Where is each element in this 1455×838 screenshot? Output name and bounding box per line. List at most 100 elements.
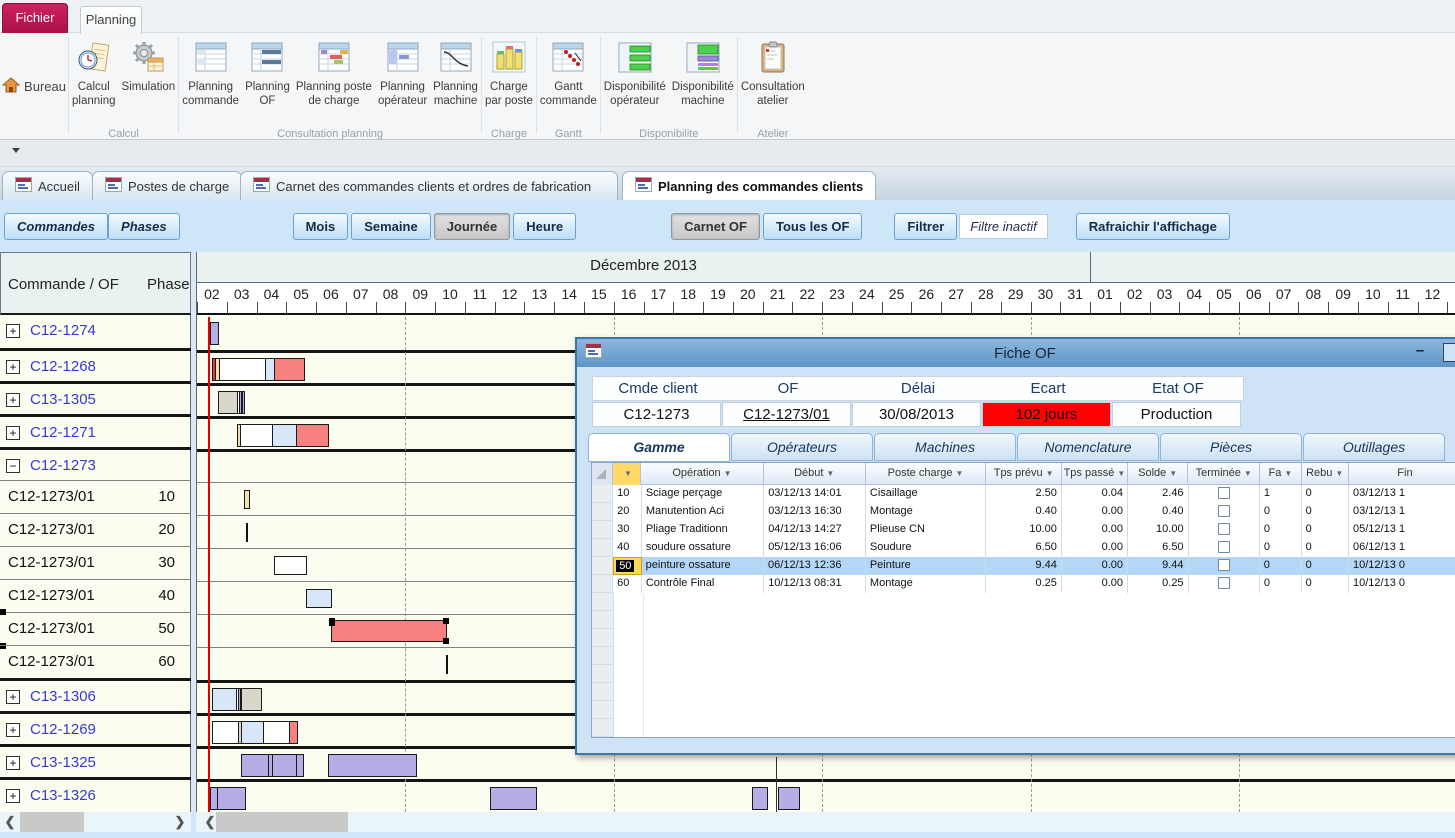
ribbon-button-planning-of[interactable]: Planning OF (242, 36, 293, 128)
terminee-checkbox[interactable] (1189, 575, 1260, 593)
selection-handle[interactable] (329, 620, 335, 626)
zoom-heure[interactable]: Heure (513, 213, 576, 240)
expand-icon[interactable]: + (6, 426, 20, 440)
expand-icon[interactable]: + (6, 360, 20, 374)
document-tab-accueil[interactable]: Accueil (2, 171, 93, 200)
phase-row-30[interactable]: C12-1273/0130 (0, 546, 191, 579)
filter-dropdown-icon[interactable]: ▼ (826, 469, 834, 478)
gantt-bar[interactable] (241, 754, 304, 777)
operation-row-20[interactable]: 20Manutention Aci03/12/13 16:30Montage0.… (592, 503, 1455, 521)
order-row-c13-1306[interactable]: +C13-1306 (0, 678, 191, 711)
order-row-c13-1305[interactable]: +C13-1305 (0, 381, 191, 414)
ribbon-button-simulation[interactable]: Simulation (118, 36, 178, 128)
dialog-tab-pièces[interactable]: Pièces (1160, 433, 1302, 461)
gantt-bar[interactable] (778, 787, 800, 810)
zoom-semaine[interactable]: Semaine (351, 213, 430, 240)
gantt-bar[interactable] (274, 556, 307, 575)
terminee-checkbox[interactable] (1189, 485, 1260, 503)
scroll-right-icon[interactable]: ❯ (172, 814, 188, 830)
zoom-mois[interactable]: Mois (293, 213, 349, 240)
gantt-bar[interactable] (752, 787, 768, 810)
document-tab-carnet-des-commandes[interactable]: Carnet des commandes clients et ordres d… (240, 171, 618, 200)
selection-handle[interactable] (443, 618, 449, 624)
filter-dropdown-icon[interactable]: ▼ (1046, 469, 1054, 478)
filter-dropdown-icon[interactable]: ▼ (1284, 469, 1292, 478)
order-row-c12-1274[interactable]: +C12-1274 (0, 315, 191, 348)
ribbon-button-consultation-atelier[interactable]: Consultation atelier (738, 36, 808, 128)
dialog-title-bar[interactable]: Fiche OF – (577, 339, 1455, 367)
filter-dropdown-icon[interactable]: ▼ (1169, 469, 1177, 478)
phase-row-50[interactable]: C12-1273/0150 (0, 612, 191, 645)
gantt-bar[interactable] (212, 358, 305, 381)
checkbox-icon[interactable] (1218, 505, 1230, 517)
terminee-checkbox[interactable] (1189, 503, 1260, 521)
expand-icon[interactable]: + (6, 690, 20, 704)
zoom-journée[interactable]: Journée (434, 213, 511, 240)
file-menu-tab[interactable]: Fichier (2, 3, 68, 33)
gantt-bar[interactable] (237, 424, 329, 447)
milestone-tick[interactable] (246, 523, 248, 542)
dialog-tab-machines[interactable]: Machines (874, 433, 1016, 461)
tab-planning[interactable]: Planning (80, 6, 142, 34)
milestone-tick[interactable] (446, 655, 448, 674)
filter-dropdown-icon[interactable]: ▼ (1117, 469, 1125, 478)
grid-column-header-tps_prevu[interactable]: Tps prévu▼ (986, 463, 1061, 485)
phase-row-10[interactable]: C12-1273/0110 (0, 480, 191, 513)
chart-scrollbar[interactable]: ❮ (196, 812, 1455, 832)
ribbon-button-gantt-commande[interactable]: Gantt commande (537, 36, 600, 128)
grid-column-header-fa[interactable]: Fa▼ (1260, 463, 1302, 485)
gantt-bar[interactable] (331, 620, 447, 642)
dialog-tab-nomenclature[interactable]: Nomenclature (1017, 433, 1159, 461)
expand-icon[interactable]: + (6, 723, 20, 737)
gantt-bar[interactable] (490, 787, 537, 810)
expand-icon[interactable]: + (6, 756, 20, 770)
phase-row-60[interactable]: C12-1273/0160 (0, 645, 191, 678)
gantt-bar[interactable] (328, 754, 417, 777)
left-pane-scrollbar[interactable]: ❮ ❯ (0, 812, 191, 832)
operation-row-30[interactable]: 30Pliage Traditionn04/12/13 14:27Plieuse… (592, 521, 1455, 539)
view-toggle-phases[interactable]: Phases (108, 213, 180, 240)
gantt-bar[interactable] (212, 688, 262, 711)
filter-dropdown-icon[interactable]: ▼ (1244, 469, 1252, 478)
expand-icon[interactable]: + (6, 324, 20, 338)
grid-column-header-tps_passe[interactable]: Tps passé▼ (1062, 463, 1128, 485)
collapse-icon[interactable]: − (6, 459, 20, 473)
checkbox-icon[interactable] (1218, 487, 1230, 499)
of-filter-carnet-of[interactable]: Carnet OF (671, 213, 760, 240)
order-row-c12-1273[interactable]: −C12-1273 (0, 447, 191, 480)
of-filter-tous-les-of[interactable]: Tous les OF (763, 213, 862, 240)
expand-icon[interactable]: + (6, 393, 20, 407)
terminee-checkbox[interactable] (1189, 557, 1260, 575)
ribbon-button-calcul-planning[interactable]: Calcul planning (69, 36, 118, 128)
ribbon-button-planning-poste-de-charge[interactable]: Planning poste de charge (293, 36, 375, 128)
view-toggle-commandes[interactable]: Commandes (4, 213, 108, 240)
order-row-c13-1326[interactable]: +C13-1326 (0, 777, 191, 810)
selection-handle[interactable] (443, 638, 449, 644)
gantt-bar[interactable] (212, 721, 298, 744)
checkbox-icon[interactable] (1218, 559, 1230, 571)
dialog-tab-outillages[interactable]: Outillages (1303, 433, 1445, 461)
terminee-checkbox[interactable] (1189, 539, 1260, 557)
document-tab-postes-de-charge[interactable]: Postes de charge (92, 171, 242, 200)
document-tab-planning-des-commandes[interactable]: Planning des commandes clients (622, 171, 876, 200)
order-row-c12-1268[interactable]: +C12-1268 (0, 348, 191, 381)
ribbon-button-planning-opérateur[interactable]: Planning opérateur (375, 36, 430, 128)
maximize-icon[interactable] (1443, 343, 1455, 362)
expand-icon[interactable]: + (6, 789, 20, 803)
filter-dropdown-icon[interactable]: ▼ (1335, 469, 1343, 478)
dialog-tab-gamme[interactable]: Gamme (588, 433, 730, 462)
grid-column-header-operation[interactable]: Opération▼ (641, 463, 764, 485)
minimize-icon[interactable]: – (1409, 343, 1431, 362)
operation-row-50[interactable]: 50peinture ossature06/12/13 12:36Peintur… (592, 557, 1455, 575)
grid-column-header-debut[interactable]: Début▼ (764, 463, 866, 485)
grid-column-header-terminee[interactable]: Terminée▼ (1188, 463, 1260, 485)
ribbon-button-planning-machine[interactable]: Planning machine (430, 36, 481, 128)
ribbon-button-charge-par-poste[interactable]: Charge par poste (482, 36, 536, 128)
collapse-ribbon-icon[interactable] (12, 148, 21, 153)
operation-row-60[interactable]: 60Contrôle Final10/12/13 08:31Montage0.2… (592, 575, 1455, 593)
order-row-c12-1271[interactable]: +C12-1271 (0, 414, 191, 447)
filter-dropdown-icon[interactable]: ▼ (955, 469, 963, 478)
checkbox-icon[interactable] (1218, 523, 1230, 535)
scroll-left-icon[interactable]: ❮ (2, 814, 18, 830)
bureau-button[interactable]: Bureau (0, 73, 70, 100)
